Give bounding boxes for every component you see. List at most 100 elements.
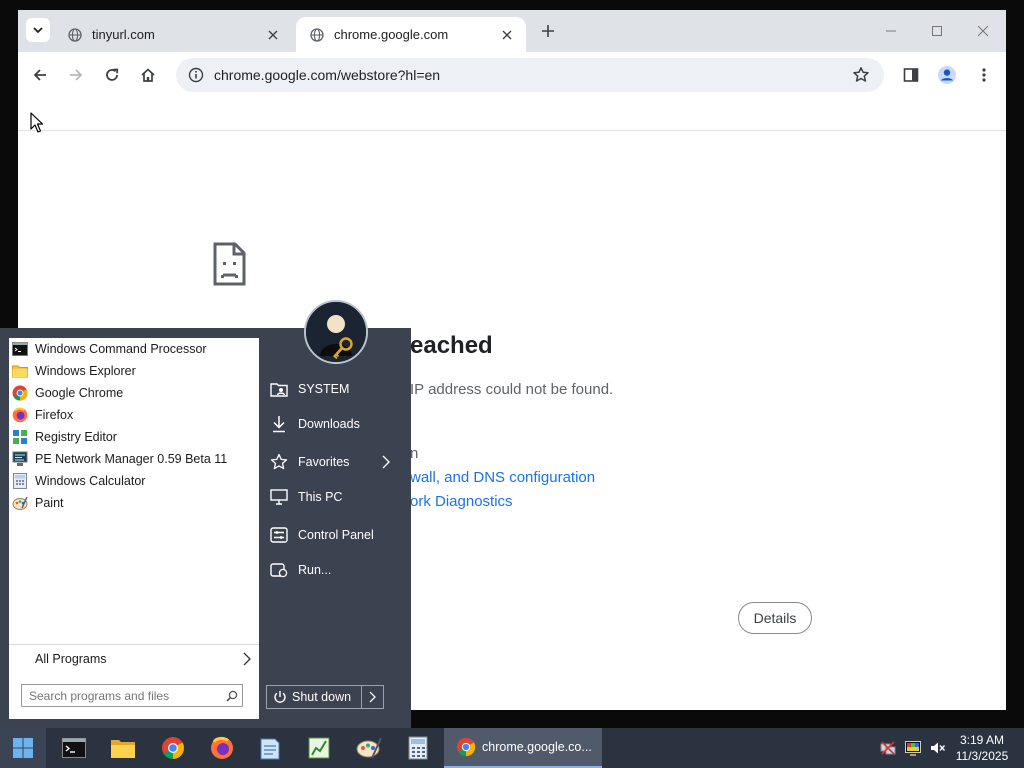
forward-button[interactable]	[63, 62, 89, 88]
program-item-chrome[interactable]: Google Chrome	[12, 382, 256, 404]
program-item-pe-network[interactable]: PE Network Manager 0.59 Beta 11	[12, 448, 256, 470]
chevron-down-icon	[33, 27, 43, 34]
chevron-right-icon	[382, 455, 390, 469]
tab-chrome-google[interactable]: chrome.google.com	[296, 17, 526, 52]
network-diagnostics-link[interactable]: ork Diagnostics	[410, 493, 513, 510]
taskbar-firefox[interactable]	[206, 732, 238, 764]
display-tray-icon[interactable]	[905, 740, 921, 756]
close-icon	[977, 25, 989, 37]
taskbar-paint[interactable]	[353, 732, 385, 764]
tab-label: chrome.google.com	[334, 27, 449, 42]
back-button[interactable]	[27, 62, 53, 88]
mouse-cursor-icon	[30, 112, 43, 133]
program-item-registry[interactable]: Registry Editor	[12, 426, 256, 448]
divider	[9, 644, 259, 645]
taskbar-registry[interactable]	[303, 732, 335, 764]
home-icon	[141, 68, 155, 82]
run-icon	[270, 561, 288, 579]
program-label: Windows Command Processor	[35, 342, 207, 356]
arrow-right-icon	[70, 69, 83, 81]
reload-button[interactable]	[99, 62, 125, 88]
firefox-icon	[12, 407, 28, 423]
start-search-input[interactable]	[29, 688, 226, 703]
search-icon[interactable]	[226, 690, 238, 702]
maximize-button[interactable]	[926, 20, 948, 42]
all-programs-button[interactable]: All Programs	[9, 647, 259, 671]
start-place-run[interactable]: Run...	[270, 558, 400, 582]
error-try-text: n	[410, 445, 419, 462]
home-button[interactable]	[135, 62, 161, 88]
side-panel-icon	[903, 68, 919, 82]
program-label: Registry Editor	[35, 430, 117, 444]
program-item-calculator[interactable]: Windows Calculator	[12, 470, 256, 492]
tab-search-button[interactable]	[26, 18, 50, 42]
program-label: Paint	[35, 496, 64, 510]
sad-page-icon	[212, 242, 246, 286]
program-label: Google Chrome	[35, 386, 124, 400]
avatar[interactable]	[304, 300, 368, 364]
start-place-this-pc[interactable]: This PC	[270, 485, 400, 509]
start-place-control-panel[interactable]: Control Panel	[270, 523, 400, 547]
maximize-icon	[932, 26, 942, 36]
shutdown-control: Shut down	[266, 685, 384, 709]
control-panel-icon	[270, 526, 288, 544]
arrow-left-icon	[33, 69, 46, 81]
system-clock[interactable]: 3:19 AM 11/3/2025	[952, 732, 1012, 764]
profile-button[interactable]	[934, 62, 960, 88]
shutdown-button[interactable]: Shut down	[267, 686, 361, 708]
site-info-icon[interactable]	[188, 67, 204, 83]
bookmark-star-icon[interactable]	[850, 64, 872, 86]
more-vertical-icon	[982, 68, 986, 82]
place-label: Run...	[298, 563, 332, 577]
url-input[interactable]	[214, 67, 850, 83]
star-icon	[270, 453, 288, 471]
clock-date: 11/3/2025	[955, 749, 1009, 763]
taskbar-notepad[interactable]	[254, 732, 286, 764]
program-item-explorer[interactable]: Windows Explorer	[12, 360, 256, 382]
network-tray-icon[interactable]	[880, 740, 896, 756]
program-item-firefox[interactable]: Firefox	[12, 404, 256, 426]
registry-icon	[12, 429, 28, 445]
program-label: PE Network Manager 0.59 Beta 11	[35, 452, 228, 466]
menu-button[interactable]	[971, 62, 997, 88]
notepad-icon	[260, 738, 280, 760]
taskbar-task-chrome-window[interactable]: chrome.google.co...	[444, 728, 602, 768]
error-title: eached	[410, 332, 493, 359]
details-button[interactable]: Details	[738, 602, 812, 634]
computer-icon	[270, 488, 288, 506]
speaker-muted-icon[interactable]	[930, 740, 946, 756]
close-icon[interactable]	[264, 26, 282, 44]
globe-icon	[310, 27, 324, 42]
program-item-cmd[interactable]: Windows Command Processor	[12, 338, 256, 360]
new-tab-button[interactable]	[538, 21, 558, 41]
start-search-box[interactable]	[21, 684, 243, 707]
paint-icon	[12, 495, 28, 511]
taskbar-explorer[interactable]	[107, 732, 139, 764]
reload-icon	[106, 68, 119, 81]
close-icon[interactable]	[498, 26, 516, 44]
taskbar-chrome[interactable]	[157, 732, 189, 764]
program-item-paint[interactable]: Paint	[12, 492, 256, 514]
check-firewall-link[interactable]: wall, and DNS configuration	[410, 469, 595, 486]
start-place-system[interactable]: SYSTEM	[270, 377, 400, 401]
registry-icon	[308, 737, 330, 759]
start-button[interactable]	[0, 728, 46, 768]
tab-label: tinyurl.com	[92, 27, 155, 42]
start-place-favorites[interactable]: Favorites	[270, 450, 400, 474]
windows-logo-icon	[13, 738, 33, 758]
shutdown-options-button[interactable]	[361, 686, 383, 708]
tab-tinyurl[interactable]: tinyurl.com	[54, 17, 292, 52]
side-panel-button[interactable]	[898, 62, 924, 88]
tab-strip: tinyurl.com chrome.google.com	[18, 10, 1006, 52]
taskbar-calculator[interactable]	[402, 732, 434, 764]
minimize-button[interactable]	[880, 20, 902, 42]
program-list-panel: Windows Command Processor Windows Explor…	[9, 338, 259, 719]
profile-icon	[938, 66, 956, 84]
address-bar[interactable]	[176, 58, 884, 92]
calculator-icon	[12, 473, 28, 489]
folder-icon	[12, 363, 28, 379]
start-place-downloads[interactable]: Downloads	[270, 412, 400, 436]
taskbar-cmd[interactable]	[58, 732, 90, 764]
window-close-button[interactable]	[972, 20, 994, 42]
place-label: Control Panel	[298, 528, 374, 542]
